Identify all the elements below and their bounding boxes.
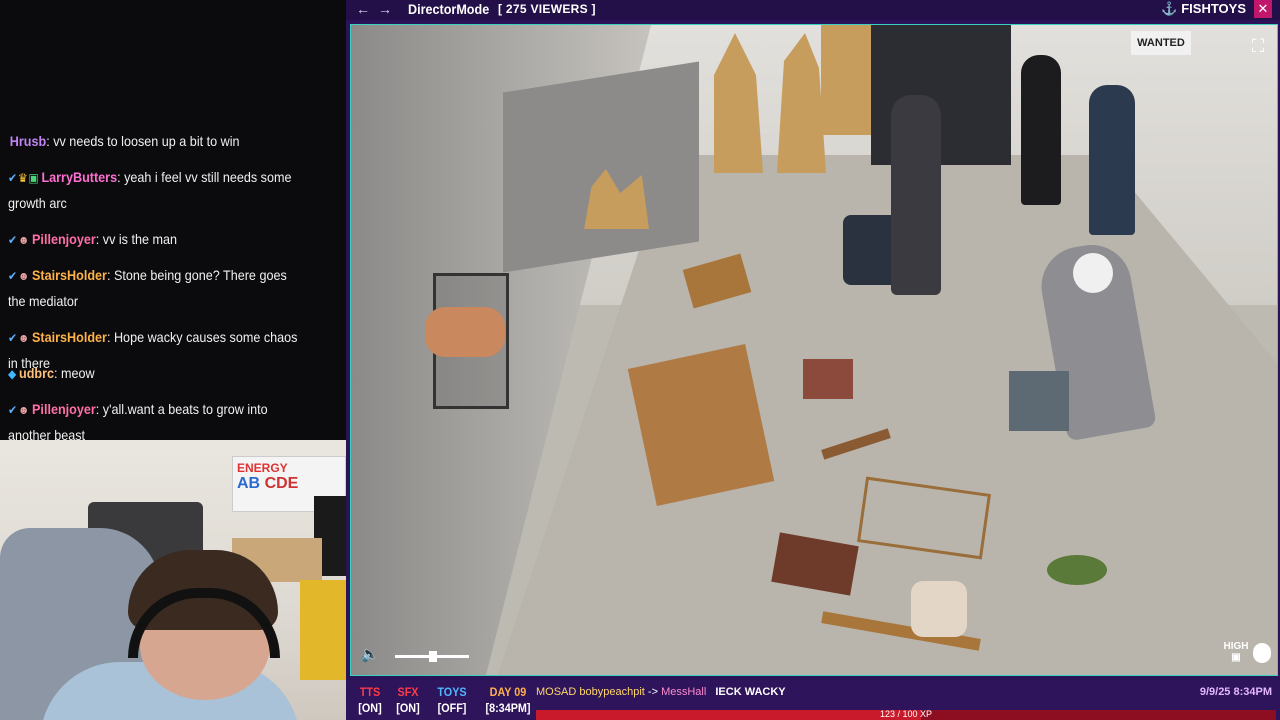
cardboard-cutout-2 [821,25,871,135]
ticker-arrow: -> [647,686,658,698]
quality-button[interactable]: HIGH ▣ [1223,641,1249,667]
chat-text: meow [61,365,95,381]
status-bar: TTS [ON] SFX [ON] TOYS [OFF] DAY 09 [8:3… [346,680,1280,720]
sword-badge-icon: ✔ [8,331,18,345]
yellow-stand [300,580,346,680]
sword-badge-icon: ✔ [8,403,18,417]
wanted-sign: WANTED [1131,31,1191,55]
sfx-value: [ON] [396,701,420,715]
day-label: DAY 09 [489,685,527,699]
wanted-sign-text: WANTED [1137,37,1185,49]
quality-icon: ▣ [1231,652,1241,663]
event-ticker: MOSAD bobypeachpit -> MessHall IECK WACK… [536,684,1206,700]
debris-pillow [911,581,967,637]
chat-badges: ✔☻ [8,262,30,288]
video-feed[interactable]: WANTED ⛶ 🔈 HIGH ▣ [350,24,1278,676]
wall-sign-text: ENERGY [237,461,288,475]
speaker-icon[interactable]: 🔈 [359,645,381,665]
ticker-to: MessHall [661,686,707,698]
chat-badges: ✔☻ [8,324,30,350]
chat-username[interactable]: StairsHolder [32,267,107,283]
toys-label: TOYS [437,685,467,699]
chat-message: Hrusb: vv needs to loosen up a bit to wi… [8,128,305,154]
ticker-from: MOSAD bobypeachpit [536,686,645,698]
volume-knob[interactable] [429,651,437,662]
ticker-msg: IECK WACKY [715,686,786,698]
crown-badge-icon: ♛ [17,171,28,185]
wall-sign-letters-2: CDE [264,475,299,492]
back-arrow-icon[interactable]: ← [356,0,370,18]
toolbox [1009,371,1069,431]
chat-message: ◆ udbrc: meow [8,360,305,386]
sword-badge-icon: ✔ [8,171,18,185]
chat-colon: : [106,267,114,283]
fish-icon: ⚓ [1161,1,1178,16]
person-camera [891,95,941,295]
chat-colon: : [117,169,125,185]
player-top-bar: ← → DirectorMode [ 275 VIEWERS ] ⚓ FISHTO… [346,0,1280,20]
fullscreen-button[interactable] [1253,643,1271,663]
person-blue [1089,85,1135,235]
chat-username[interactable]: Pillenjoyer [32,231,96,247]
grey-board [503,61,699,273]
person-black [1021,55,1061,205]
xp-progress-text: 123 / 100 XP [879,709,933,719]
chat-username[interactable]: Hrusb [10,133,46,149]
chat-badges: ✔☻ [8,226,30,252]
chat-message: ✔☻ StairsHolder: Stone being gone? There … [8,262,305,314]
xp-progress-bar: 123 / 100 XP [536,709,1276,720]
chat-text: vv is the man [102,231,178,247]
day-indicator: DAY 09 [8:34PM] [481,684,535,716]
gift-badge-icon: ▣ [28,171,39,185]
stream-player: ← → DirectorMode [ 275 VIEWERS ] ⚓ FISHTO… [346,0,1280,680]
chat-colon: : [106,329,114,345]
chat-text: vv needs to loosen up a bit to win [53,133,240,149]
day-time: [8:34PM] [485,701,531,715]
webcam-feed: ENERGY AB CDE [0,440,346,720]
chat-message: ✔♛▣ LarryButters: yeah i feel vv still ne… [8,164,305,216]
bust-badge-icon: ☻ [17,233,30,247]
brand-text: FISHTOYS [1181,1,1246,16]
clock: 9/9/25 8:34PM [1199,686,1272,698]
volume-slider[interactable] [395,651,469,662]
app-title: DirectorMode [408,1,490,17]
expand-icon[interactable]: ⛶ [1249,37,1267,55]
brand-label[interactable]: ⚓ FISHTOYS [1161,0,1246,18]
sword-badge-icon: ✔ [8,269,18,283]
chat-username[interactable]: StairsHolder [32,329,107,345]
quality-label: HIGH [1223,641,1249,652]
close-button[interactable]: ✕ [1254,0,1272,18]
bust-badge-icon: ☻ [17,331,30,345]
sfx-toggle[interactable]: SFX [ON] [383,684,433,716]
gem-badge-icon: ◆ [8,367,17,381]
chat-panel: Hrusb: vv needs to loosen up a bit to wi… [0,0,346,443]
wall-sign-letters: AB [237,475,261,492]
chat-message: ✔☻ Pillenjoyer: vv is the man [8,226,305,252]
chat-badges: ✔♛▣ [8,164,40,190]
toys-toggle[interactable]: TOYS [OFF] [427,684,477,716]
forward-arrow-icon[interactable]: → [378,0,392,18]
chat-username[interactable]: Pillenjoyer [32,401,96,417]
person-helmet [1073,253,1113,293]
chat-badges: ✔☻ [8,396,30,422]
debris-rug [803,359,853,399]
blanket-on-chair [425,307,505,357]
toys-value: [OFF] [437,701,467,715]
bust-badge-icon: ☻ [17,403,30,417]
chat-badges: ◆ [8,360,17,386]
chat-username[interactable]: udbrc [19,365,54,381]
chat-colon: : [54,365,62,381]
sfx-label: SFX [397,685,419,699]
bust-badge-icon: ☻ [17,269,30,283]
sword-badge-icon: ✔ [8,233,18,247]
debris-plant [1047,555,1107,585]
chat-username[interactable]: LarryButters [41,169,117,185]
viewer-count: [ 275 VIEWERS ] [498,2,596,16]
